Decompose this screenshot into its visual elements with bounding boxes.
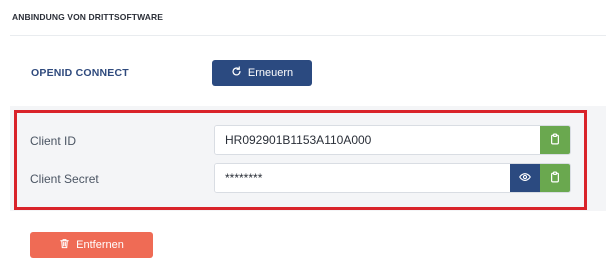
refresh-icon (231, 66, 242, 80)
client-secret-input[interactable] (215, 164, 510, 192)
remove-button[interactable]: Entfernen (30, 232, 153, 258)
renew-button-label: Erneuern (247, 67, 294, 79)
client-secret-label: Client Secret (30, 172, 99, 186)
credentials-panel (10, 106, 606, 211)
client-id-group (214, 125, 571, 155)
clipboard-icon (549, 171, 561, 186)
remove-button-label: Entfernen (76, 239, 124, 251)
trash-icon (59, 238, 70, 252)
eye-icon (519, 171, 531, 186)
section-divider (10, 35, 606, 36)
reveal-secret-button[interactable] (510, 164, 540, 192)
client-secret-group (214, 163, 571, 193)
copy-client-id-button[interactable] (540, 126, 570, 154)
section-title: ANBINDUNG VON DRITTSOFTWARE (12, 12, 163, 22)
client-id-input[interactable] (215, 126, 540, 154)
clipboard-icon (549, 133, 561, 148)
copy-client-secret-button[interactable] (540, 164, 570, 192)
client-id-label: Client ID (30, 134, 77, 148)
openid-connect-label: OPENID CONNECT (31, 67, 129, 79)
renew-button[interactable]: Erneuern (212, 60, 312, 86)
